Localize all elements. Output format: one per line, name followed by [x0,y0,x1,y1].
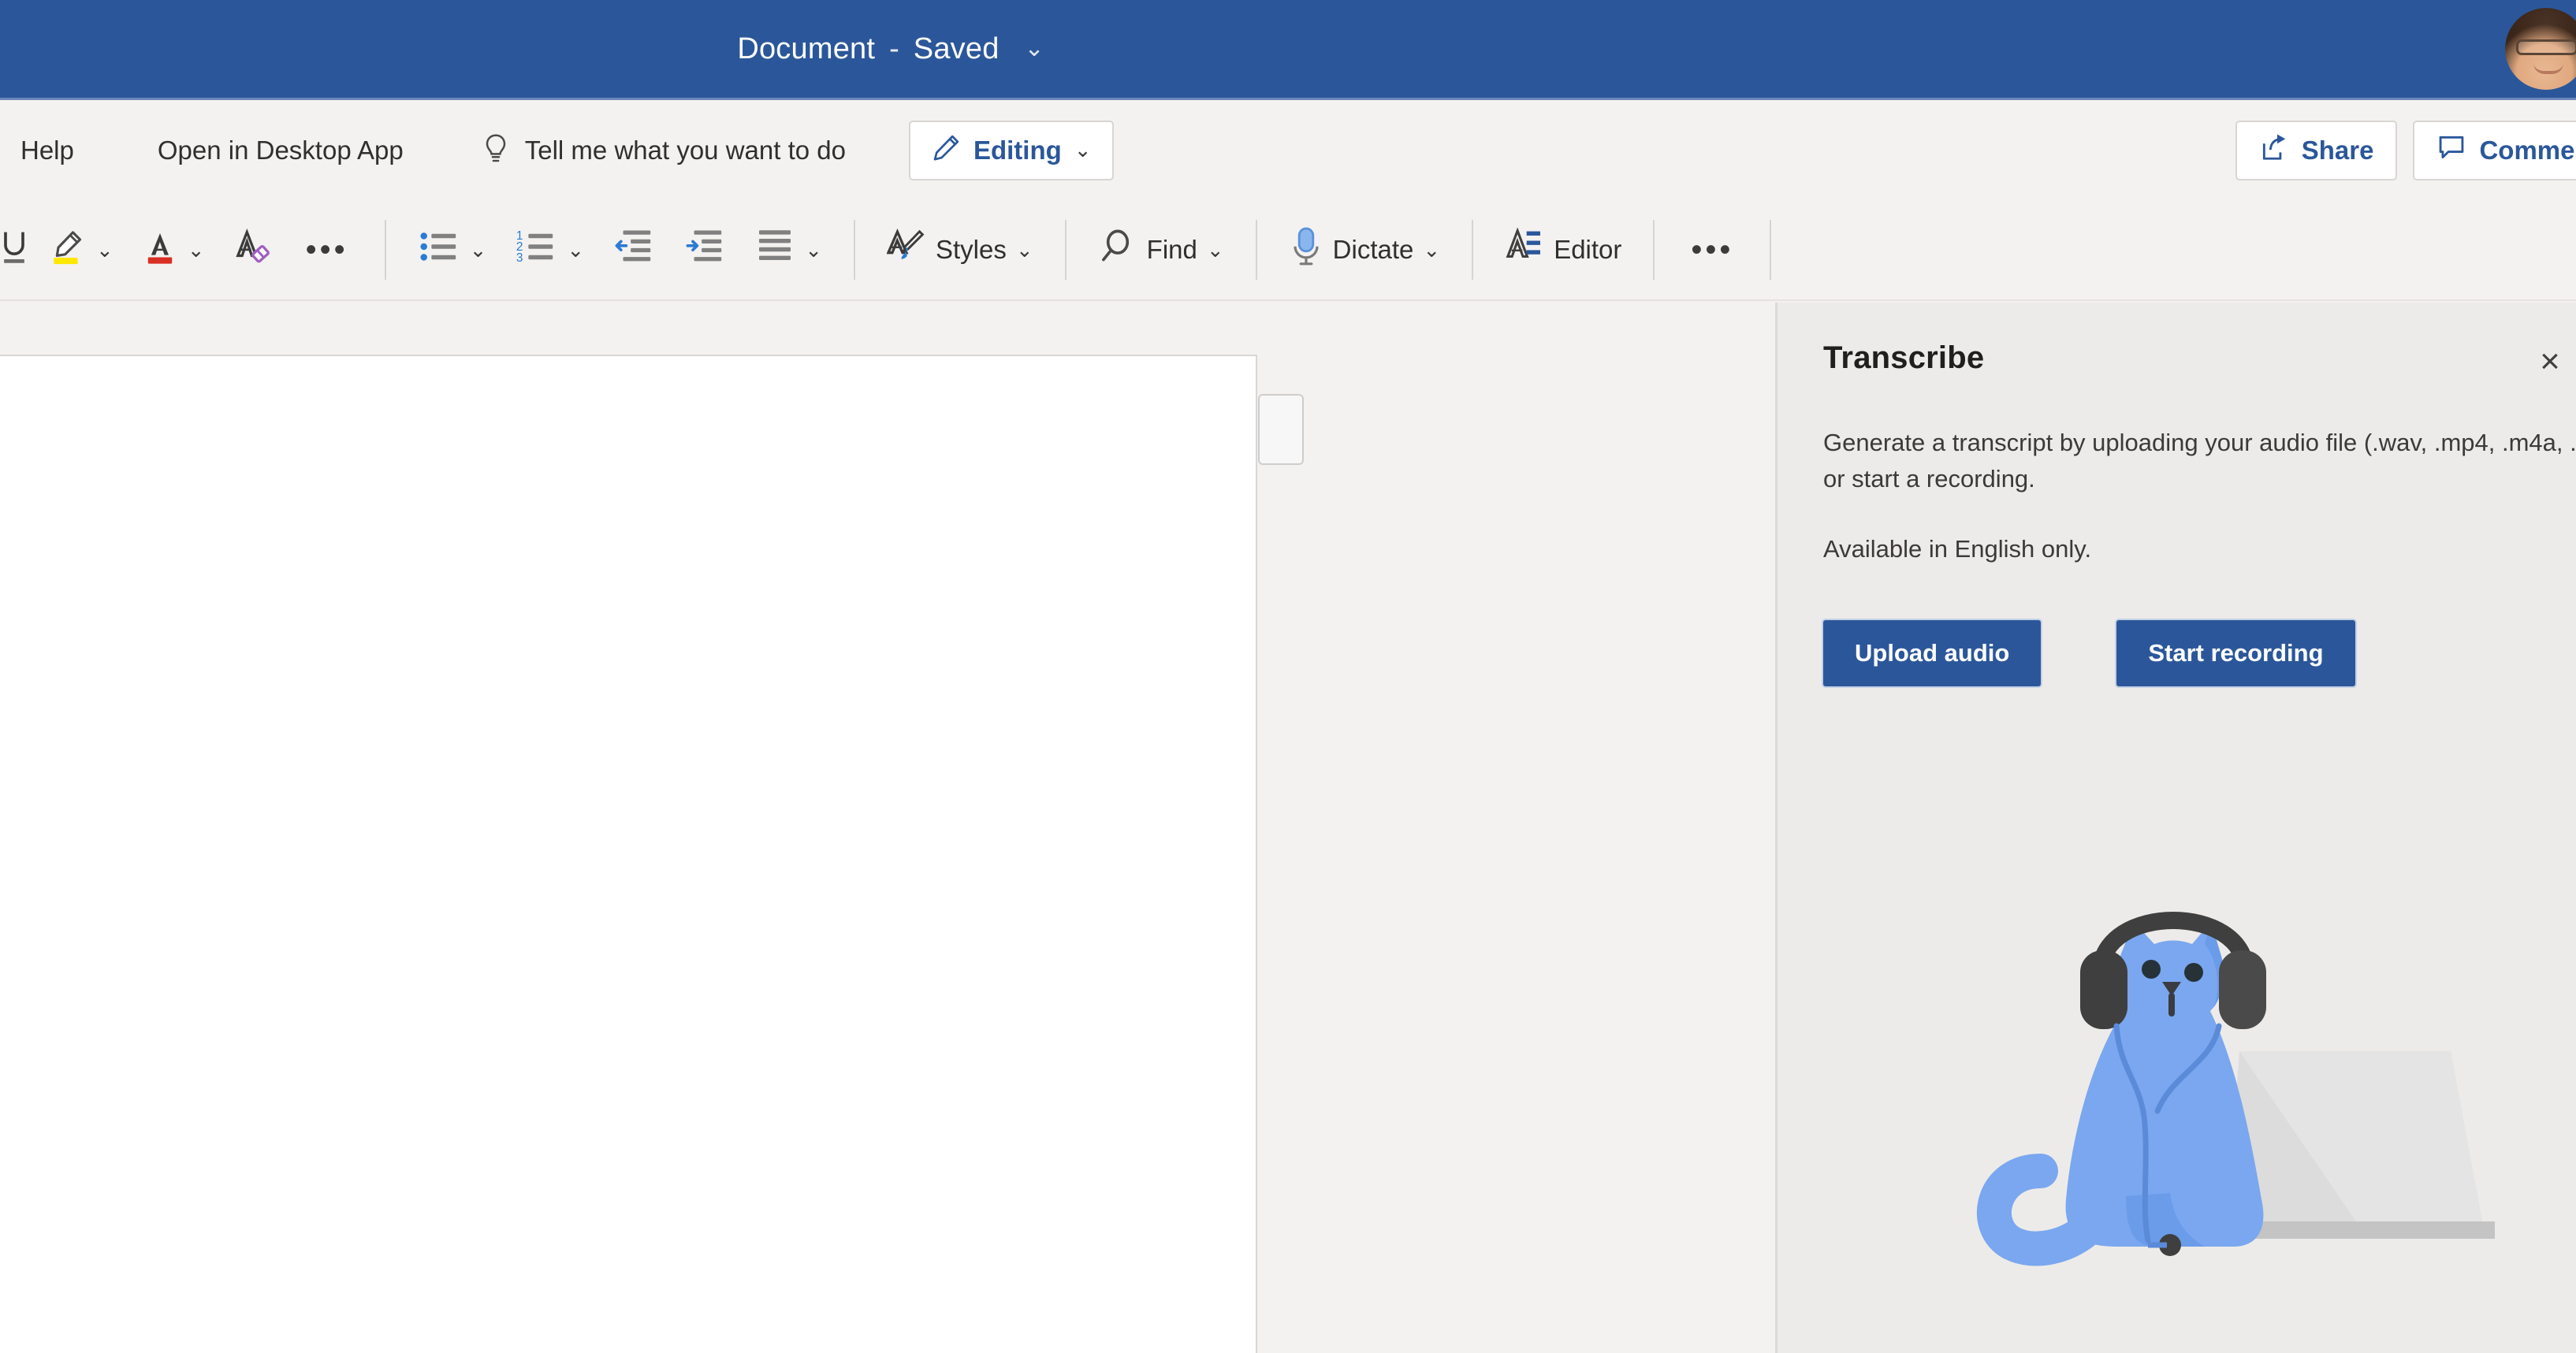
align-button[interactable]: ⌄ [740,214,836,285]
transcribe-description: Generate a transcript by uploading your … [1823,429,2576,493]
styles-label: Styles [936,235,1007,264]
transcribe-panel-header: Transcribe × [1823,303,2576,379]
underline-icon [0,227,32,273]
comment-bubble-icon [2436,132,2466,169]
lightbulb-icon [482,133,509,168]
increase-indent-button[interactable] [669,214,740,285]
transcribe-panel: Transcribe × Generate a transcript by up… [1778,303,2576,1353]
editor-label: Editor [1554,235,1622,264]
dictate-button[interactable]: Dictate ⌄ [1275,214,1455,285]
bulleted-list-chevron-down-icon[interactable]: ⌄ [470,238,487,262]
help-menu-item[interactable]: Help [13,126,82,175]
save-status: Saved [913,32,1000,65]
align-left-icon [754,226,795,273]
highlight-chevron-down-icon[interactable]: ⌄ [96,238,114,262]
find-button[interactable]: Find ⌄ [1084,214,1238,285]
font-color-chevron-down-icon[interactable]: ⌄ [188,238,205,262]
title-bar: Document - Saved ⌄ [0,0,2576,100]
more-commands-button[interactable]: ••• [1672,232,1752,268]
decrease-indent-button[interactable] [598,214,669,285]
dictate-chevron-down-icon[interactable]: ⌄ [1423,238,1440,262]
open-in-desktop-app-button[interactable]: Open in Desktop App [150,126,411,175]
transcribe-actions: Upload audio Start recording [1823,619,2576,686]
editing-mode-label: Editing [973,135,1062,165]
svg-text:3: 3 [516,251,523,265]
ribbon-divider [1770,220,1772,280]
document-canvas [0,303,1778,1353]
command-bar: Help Open in Desktop App Tell me what yo… [0,100,2576,200]
bulleted-list-button[interactable]: ⌄ [404,214,501,285]
start-recording-button[interactable]: Start recording [2116,619,2355,686]
tell-me-search-box[interactable]: Tell me what you want to do [475,124,854,177]
editing-chevron-down-icon: ⌄ [1074,138,1092,162]
command-bar-right-group: Share Comments [2235,120,2576,180]
document-title-group[interactable]: Document - Saved ⌄ [0,0,1781,98]
comments-button[interactable]: Comments [2413,120,2576,180]
upload-audio-button[interactable]: Upload audio [1823,619,2042,686]
title-chevron-down-icon[interactable]: ⌄ [1025,37,1044,61]
ribbon-divider [1064,220,1067,280]
decrease-indent-icon [612,226,655,273]
comments-label: Comments [2479,135,2576,165]
vertical-scrollbar[interactable] [1723,303,1769,1353]
editor-icon [1505,225,1544,274]
title-separator: - [889,32,899,65]
numbered-list-chevron-down-icon[interactable]: ⌄ [567,238,584,262]
close-icon[interactable]: × [2529,340,2571,383]
find-chevron-down-icon[interactable]: ⌄ [1207,238,1224,262]
share-label: Share [2301,135,2374,165]
clear-formatting-icon [233,227,273,273]
text-highlight-color-button[interactable]: ⌄ [35,214,128,285]
numbered-list-icon: 1 2 3 [515,226,557,273]
dictate-label: Dictate [1332,235,1414,264]
underline-button[interactable] [0,214,35,285]
font-color-button[interactable]: ⌄ [128,214,219,285]
ribbon-divider [1472,220,1474,280]
editor-button[interactable]: Editor [1491,214,1636,285]
find-label: Find [1146,235,1197,264]
search-icon [1098,226,1137,273]
tell-me-label: Tell me what you want to do [524,135,846,165]
editing-mode-dropdown[interactable]: Editing ⌄ [908,120,1114,180]
ribbon-divider [854,220,855,280]
help-label: Help [20,135,74,165]
avatar-glasses [2516,39,2576,55]
share-icon [2259,132,2289,169]
clear-formatting-button[interactable] [219,214,287,285]
microphone-icon [1289,225,1323,274]
styles-chevron-down-icon[interactable]: ⌄ [1016,238,1033,262]
formatting-ribbon: ⌄ ⌄ ••• ⌄ 1 2 3 ⌄ ⌄ Styles ⌄ Find ⌄ Dict… [0,200,2576,301]
share-button[interactable]: Share [2235,120,2398,180]
numbered-list-button[interactable]: 1 2 3 ⌄ [501,214,598,285]
panel-title: Transcribe [1823,340,1985,375]
more-font-options-button[interactable]: ••• [287,232,367,268]
cat-with-headphones-and-laptop-illustration [1896,862,2501,1272]
pencil-icon [931,133,961,167]
avatar[interactable] [2505,8,2576,90]
page-side-handle[interactable] [1258,394,1304,465]
font-color-icon [142,227,178,273]
styles-button[interactable]: Styles ⌄ [873,214,1048,285]
ribbon-divider [384,220,386,280]
styles-icon [886,226,926,273]
ribbon-divider [1255,220,1257,280]
open-in-desktop-app-label: Open in Desktop App [157,135,404,165]
bulleted-list-icon [418,226,460,273]
align-chevron-down-icon[interactable]: ⌄ [805,238,822,262]
highlighter-icon [49,227,87,273]
ribbon-divider [1653,220,1655,280]
document-name: Document [737,32,876,65]
transcribe-availability-note: Available in English only. [1823,534,2092,563]
document-page[interactable] [0,355,1257,1353]
increase-indent-icon [683,226,726,273]
